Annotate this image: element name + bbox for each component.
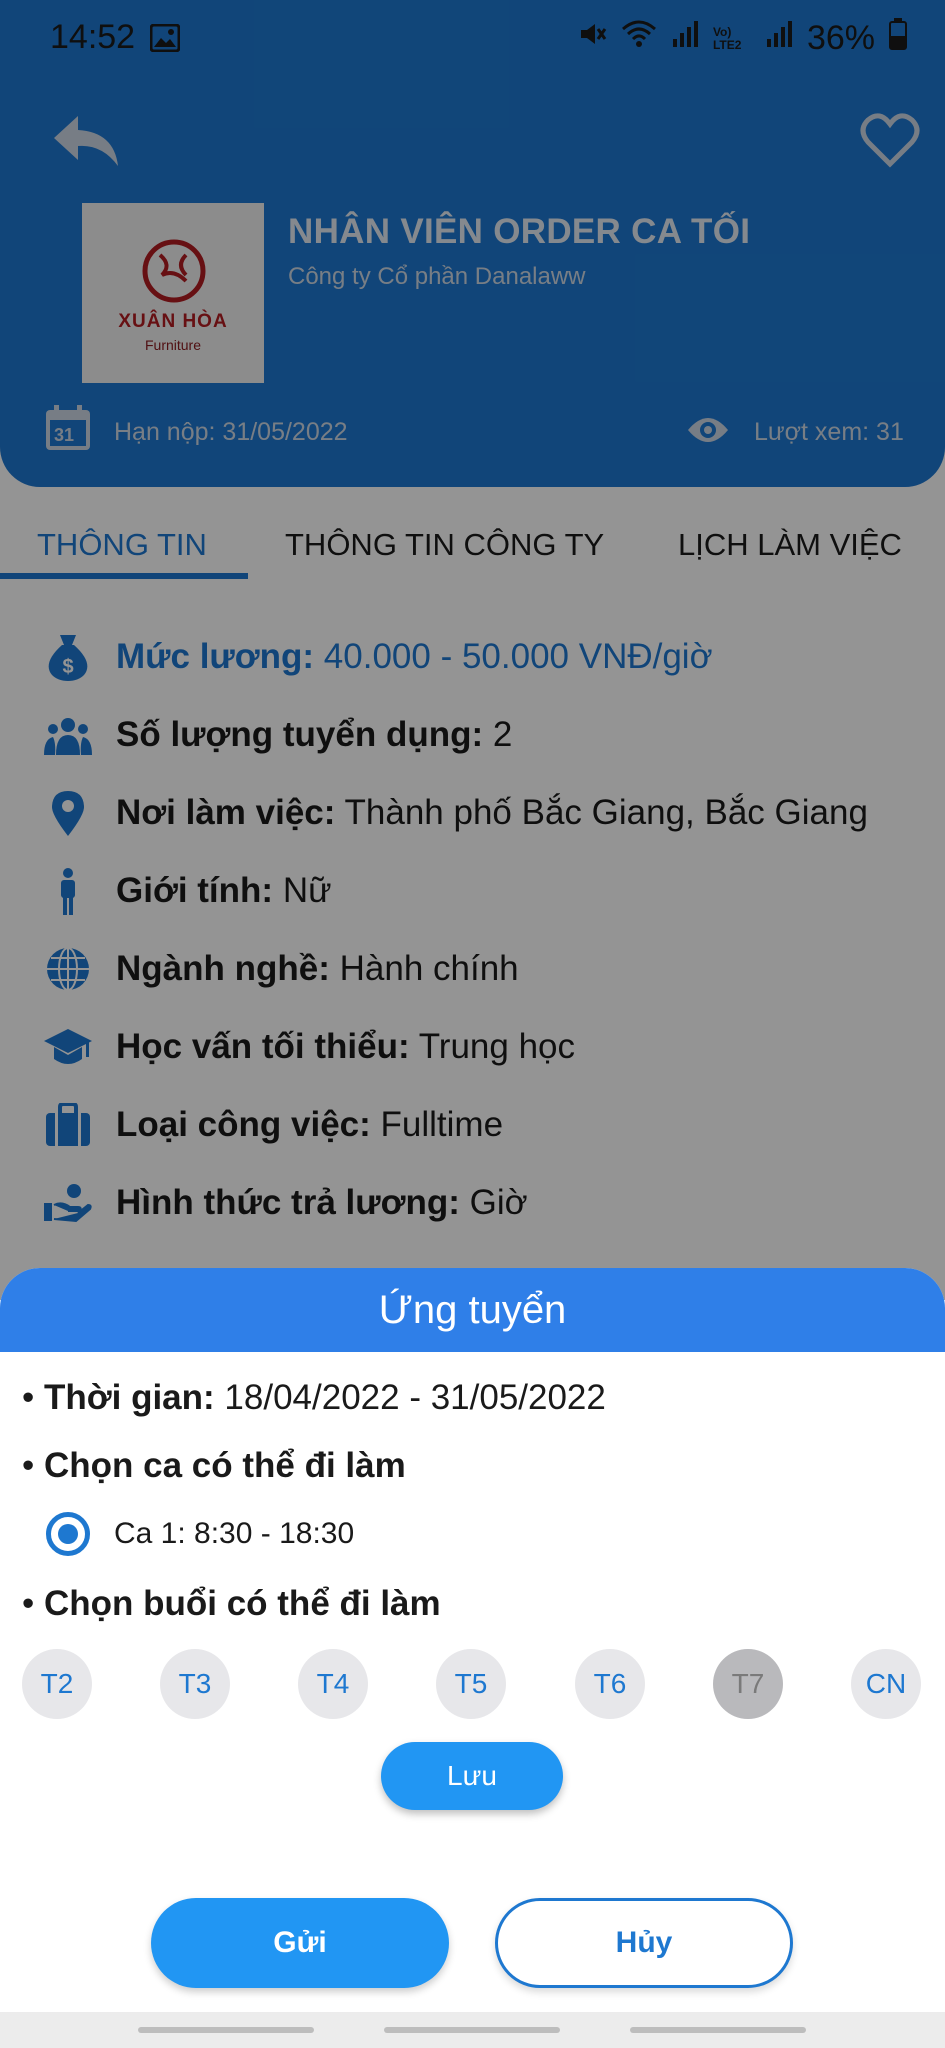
cancel-button[interactable]: Hủy xyxy=(495,1898,793,1988)
day-chip-t7[interactable]: T7 xyxy=(713,1649,783,1719)
day-chip-t5[interactable]: T5 xyxy=(436,1649,506,1719)
apply-sheet: Ứng tuyển • Thời gian: 18/04/2022 - 31/0… xyxy=(0,1268,945,2048)
day-chip-t6[interactable]: T6 xyxy=(575,1649,645,1719)
day-chip-t3[interactable]: T3 xyxy=(160,1649,230,1719)
save-button[interactable]: Lưu xyxy=(381,1742,563,1810)
shift-radio-button[interactable] xyxy=(46,1512,90,1556)
nav-back[interactable] xyxy=(630,2027,806,2033)
day-chip-t2[interactable]: T2 xyxy=(22,1649,92,1719)
sheet-title: Ứng tuyển xyxy=(0,1268,945,1352)
time-label: Thời gian: xyxy=(43,1378,215,1417)
modal-backdrop[interactable] xyxy=(0,0,945,1300)
day-chip-t4[interactable]: T4 xyxy=(298,1649,368,1719)
shift-heading: • Chọn ca có thể đi làm xyxy=(22,1446,406,1485)
day-chip-cn[interactable]: CN xyxy=(851,1649,921,1719)
time-value: 18/04/2022 - 31/05/2022 xyxy=(224,1378,606,1417)
nav-recent-apps[interactable] xyxy=(138,2027,314,2033)
nav-home[interactable] xyxy=(384,2027,560,2033)
shift-heading-text: Chọn ca có thể đi làm xyxy=(43,1446,406,1485)
shift-option-label[interactable]: Ca 1: 8:30 - 18:30 xyxy=(114,1517,354,1551)
time-row: • Thời gian: 18/04/2022 - 31/05/2022 xyxy=(22,1378,606,1417)
day-heading-text: Chọn buổi có thể đi làm xyxy=(43,1584,441,1623)
send-button[interactable]: Gửi xyxy=(151,1898,449,1988)
day-heading: • Chọn buổi có thể đi làm xyxy=(22,1584,441,1623)
system-nav-bar xyxy=(0,2012,945,2048)
